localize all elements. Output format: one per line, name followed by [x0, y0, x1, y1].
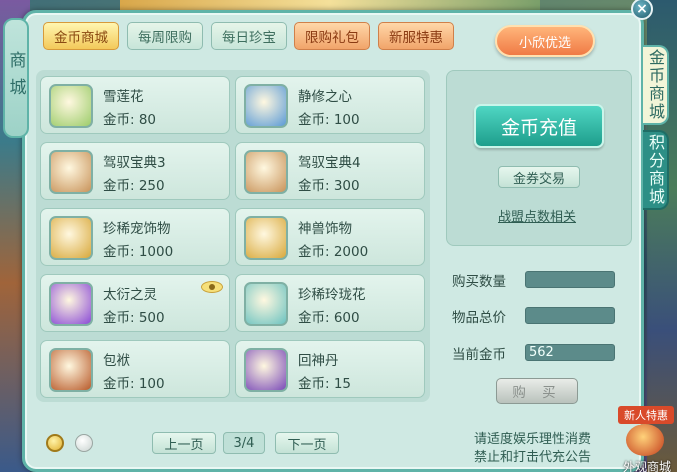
toggle-circle-icon[interactable]	[75, 434, 93, 452]
shop-item[interactable]: 神兽饰物金币: 2000	[235, 208, 425, 266]
shop-item[interactable]: 珍稀宠饰物金币: 1000	[40, 208, 230, 266]
item-name: 珍稀玲珑花	[298, 287, 366, 303]
current-gold-field: 562	[525, 344, 615, 361]
tab-new-server-deal[interactable]: 新服特惠	[378, 22, 454, 50]
quantity-field[interactable]	[525, 271, 615, 288]
item-price: 金币: 300	[298, 178, 360, 194]
quantity-label: 购买数量	[452, 274, 506, 290]
golden-ornament-icon	[244, 216, 288, 260]
shop-side-label: 商城	[3, 18, 29, 138]
total-price-field	[525, 307, 615, 324]
item-price: 金币: 2000	[298, 244, 369, 260]
item-name: 雪莲花	[103, 89, 144, 105]
item-name: 静修之心	[298, 89, 352, 105]
featured-button[interactable]: 小欣优选	[495, 25, 595, 57]
crystal-flower-icon	[244, 282, 288, 326]
item-name: 珍稀宠饰物	[103, 221, 171, 237]
tab-points-shop-side[interactable]: 积分商城	[643, 130, 669, 210]
item-price: 金币: 1000	[103, 244, 174, 260]
page-indicator: 3/4	[223, 432, 265, 454]
shop-item[interactable]: 太衍之灵金币: 500	[40, 274, 230, 332]
notice-moderate-play: 请适度娱乐理性消费	[474, 432, 592, 447]
alliance-points-link[interactable]: 战盟点数相关	[498, 206, 576, 225]
pouch-icon	[49, 348, 93, 392]
shop-item[interactable]: 回神丹金币: 15	[235, 340, 425, 398]
item-price: 金币: 500	[103, 310, 165, 326]
buy-button[interactable]: 购 买	[496, 378, 578, 404]
appearance-shop-label: 外观商城	[622, 460, 671, 472]
shop-item[interactable]: 驾驭宝典4 金币: 300	[235, 142, 425, 200]
shop-item[interactable]: 静修之心金币: 100	[235, 76, 425, 134]
shop-item[interactable]: 驾驭宝典3 金币: 250	[40, 142, 230, 200]
shop-item[interactable]: 包袱金币: 100	[40, 340, 230, 398]
tab-limited-pack[interactable]: 限购礼包	[294, 22, 370, 50]
tab-weekly-limited[interactable]: 每周限购	[127, 22, 203, 50]
item-price: 金币: 100	[103, 376, 165, 392]
golden-ornament-icon	[49, 216, 93, 260]
newbie-appearance-shop[interactable]: 新人特惠 外观商城	[616, 406, 676, 472]
item-name: 包袱	[103, 353, 130, 369]
item-price: 金币: 600	[298, 310, 360, 326]
item-price: 金币: 80	[103, 112, 157, 128]
tab-gold-shop-side[interactable]: 金币商城	[643, 45, 669, 125]
item-price: 金币: 100	[298, 112, 360, 128]
item-price: 金币: 250	[103, 178, 165, 194]
current-gold-label: 当前金币	[452, 347, 506, 363]
book-icon	[49, 150, 93, 194]
item-price: 金币: 15	[298, 376, 352, 392]
item-name: 驾驭宝典3	[103, 155, 166, 171]
book-icon	[244, 150, 288, 194]
close-icon: ×	[636, 1, 648, 17]
gold-recharge-button[interactable]: 金币充值	[474, 104, 604, 148]
shop-item[interactable]: 珍稀玲珑花金币: 600	[235, 274, 425, 332]
lantern-icon	[626, 424, 664, 456]
voucher-trade-button[interactable]: 金券交易	[498, 166, 580, 188]
tab-daily-treasure[interactable]: 每日珍宝	[211, 22, 287, 50]
preview-eye-icon[interactable]	[201, 281, 223, 293]
heart-crystal-icon	[244, 84, 288, 128]
item-name: 神兽饰物	[298, 221, 352, 237]
total-price-label: 物品总价	[452, 310, 506, 326]
item-name: 太衍之灵	[103, 287, 157, 303]
newbie-deal-badge: 新人特惠	[618, 406, 674, 424]
purple-orb-icon	[49, 282, 93, 326]
prev-page-button[interactable]: 上一页	[152, 432, 216, 454]
tab-gold-shop[interactable]: 金币商城	[43, 22, 119, 50]
item-name: 驾驭宝典4	[298, 155, 361, 171]
next-page-button[interactable]: 下一页	[275, 432, 339, 454]
pill-icon	[244, 348, 288, 392]
shop-item[interactable]: 雪莲花金币: 80	[40, 76, 230, 134]
lotus-icon	[49, 84, 93, 128]
item-name: 回神丹	[298, 353, 339, 369]
game-backdrop-top	[120, 0, 540, 10]
notice-anti-proxy[interactable]: 禁止和打击代充公告	[474, 446, 591, 465]
magnifier-icon[interactable]	[46, 434, 64, 452]
